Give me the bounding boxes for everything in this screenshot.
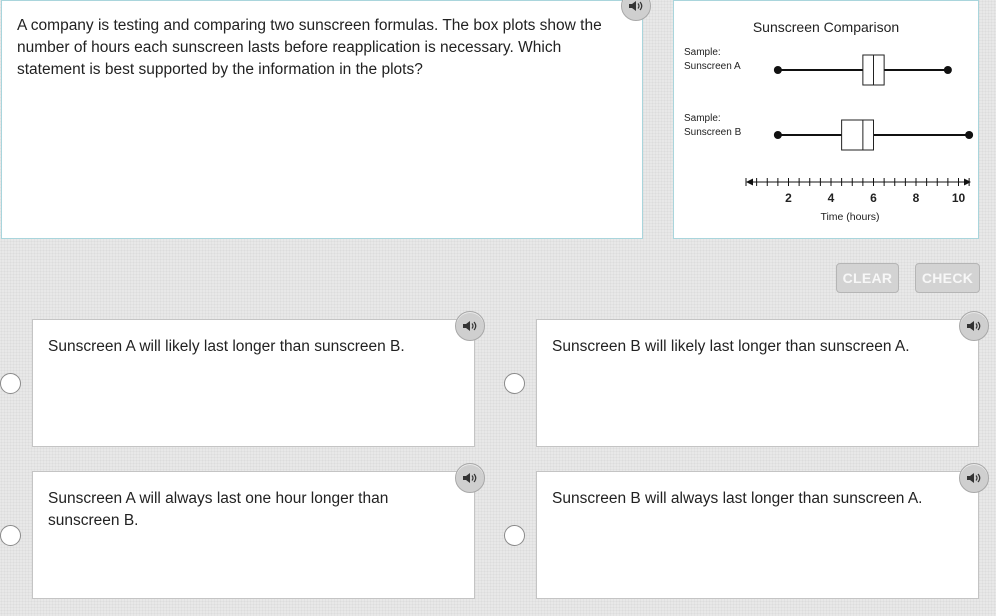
box-plot-chart: Sunscreen Comparison Sample: Sunscreen A S… (684, 19, 974, 223)
series-b-label-line1: Sample: (684, 113, 721, 124)
series-a-label-line1: Sample: (684, 47, 721, 58)
chart-title: Sunscreen Comparison (753, 19, 899, 35)
choice-d-audio-button[interactable] (959, 463, 989, 493)
x-axis-label: Time (hours) (820, 211, 879, 223)
x-tick-label: 10 (952, 191, 966, 205)
clear-button[interactable]: CLEAR (836, 263, 899, 293)
check-button[interactable]: CHECK (915, 263, 980, 293)
x-tick-label: 4 (828, 191, 835, 205)
axis-left-arrow-icon (746, 178, 753, 186)
choice-radio-c[interactable] (0, 525, 21, 546)
series-a-max-point (943, 66, 952, 74)
speaker-icon (463, 473, 477, 483)
x-tick-label: 2 (785, 191, 792, 205)
speaker-icon (463, 321, 477, 331)
series-a-min-point (773, 66, 782, 74)
choice-radio-d[interactable] (504, 525, 525, 546)
choice-c-audio-button[interactable] (455, 463, 485, 493)
question-text: A company is testing and comparing two s… (17, 17, 602, 78)
axis-right-arrow-icon (964, 178, 971, 186)
choice-b-audio-button[interactable] (959, 311, 989, 341)
series-b-max-point (965, 131, 974, 139)
speaker-icon (967, 473, 981, 483)
x-tick-label: 8 (913, 191, 920, 205)
choice-b-text: Sunscreen B will likely last longer than… (552, 338, 910, 355)
series-b-min-point (773, 131, 782, 139)
choice-c[interactable]: Sunscreen A will always last one hour lo… (32, 471, 475, 599)
series-b-box (841, 119, 874, 151)
choice-radio-a[interactable] (0, 373, 21, 394)
choice-d-text: Sunscreen B will always last longer than… (552, 490, 923, 507)
choice-a-audio-button[interactable] (455, 311, 485, 341)
x-tick-label: 6 (870, 191, 877, 205)
choice-a-text: Sunscreen A will likely last longer than… (48, 338, 405, 355)
choice-radio-b[interactable] (504, 373, 525, 394)
question-panel: A company is testing and comparing two s… (1, 0, 643, 239)
series-b-label-line2: Sunscreen B (684, 127, 742, 138)
chart-panel: Sunscreen Comparison Sample: Sunscreen A S… (673, 0, 979, 239)
speaker-icon (629, 1, 643, 11)
speaker-icon (967, 321, 981, 331)
choice-d[interactable]: Sunscreen B will always last longer than… (536, 471, 979, 599)
choice-c-text: Sunscreen A will always last one hour lo… (48, 490, 389, 529)
choice-b[interactable]: Sunscreen B will likely last longer than… (536, 319, 979, 447)
series-a-label-line2: Sunscreen A (684, 61, 741, 72)
choice-a[interactable]: Sunscreen A will likely last longer than… (32, 319, 475, 447)
